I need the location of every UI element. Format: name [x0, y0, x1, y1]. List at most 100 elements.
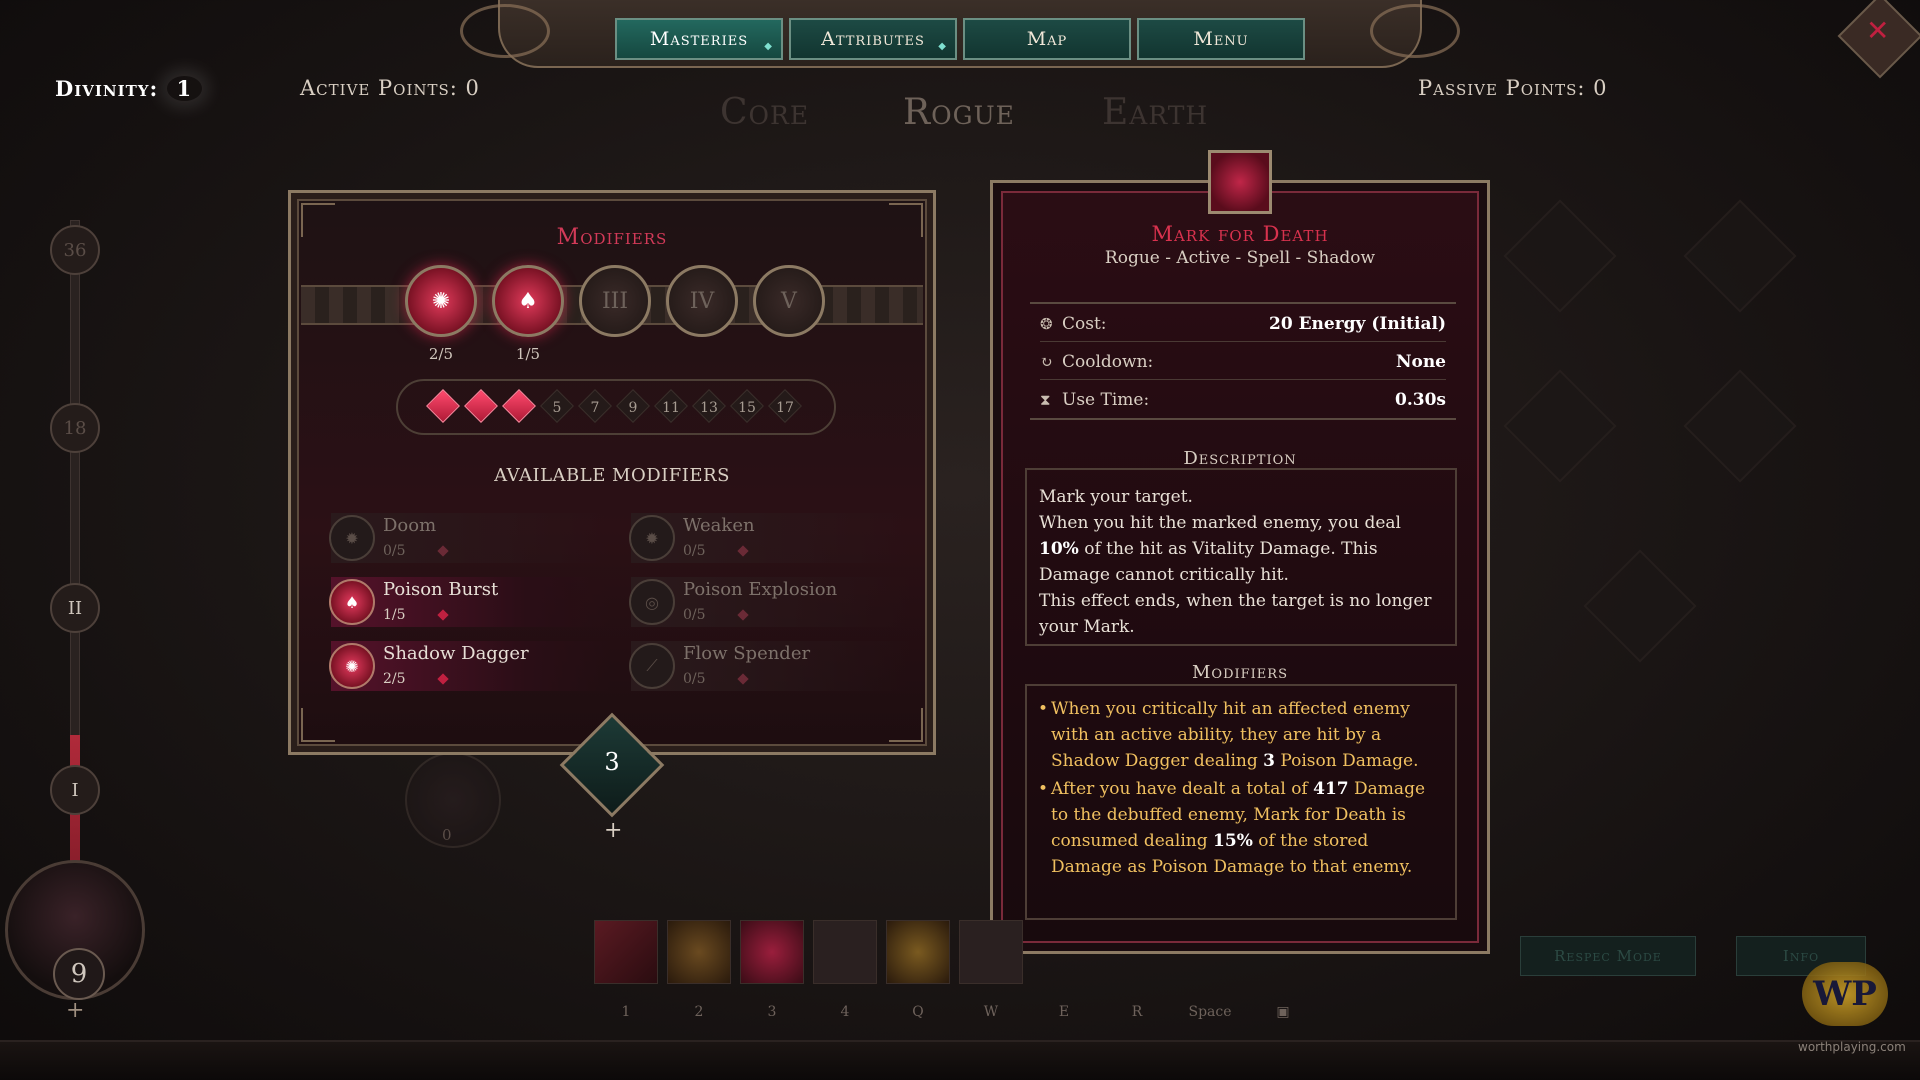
hotbar-slot[interactable] [740, 920, 804, 984]
respec-mode-button[interactable]: Respec Mode [1520, 936, 1696, 976]
modifier-entry-poison-burst[interactable]: ♠ Poison Burst 1/5 [321, 573, 611, 631]
modifier-entry-doom[interactable]: ✹ Doom 0/5 [321, 509, 611, 567]
tab-masteries[interactable]: Masteries ◆ [615, 18, 783, 60]
modifier-slot-3[interactable]: III [579, 265, 651, 337]
modifier-point-pip [464, 389, 498, 427]
level-up-button[interactable]: + [66, 998, 84, 1023]
skill-modifiers-list: When you critically hit an affected enem… [1025, 684, 1457, 920]
hotbar-slot[interactable] [813, 920, 877, 984]
hotbar-slot[interactable] [959, 920, 1023, 984]
divinity-value: 1 [167, 76, 203, 101]
hotbar-key-label: 1 [621, 1004, 631, 1020]
ability-hotbar: 1 2 3 4 Q W E R Space ▣ [592, 920, 1312, 1030]
tree-tab-core[interactable]: Core [720, 92, 809, 133]
notification-dot-icon: ◆ [764, 41, 773, 52]
tab-menu[interactable]: Menu [1137, 18, 1305, 60]
tab-attributes[interactable]: Attributes ◆ [789, 18, 957, 60]
notification-dot-icon: ◆ [938, 41, 947, 52]
modifiers-panel: Modifiers ✺ ♠ III IV V 2/5 1/5 5 7 9 11 … [288, 190, 936, 755]
poison-burst-icon: ♠ [329, 579, 375, 625]
active-points-label: Active Points: 0 [300, 76, 480, 100]
modifier-entry-poison-explosion[interactable]: ◎ Poison Explosion 0/5 [621, 573, 911, 631]
skull-emblem-icon [1208, 150, 1272, 214]
modifier-entry-shadow-dagger[interactable]: ✺ Shadow Dagger 2/5 [321, 637, 611, 695]
background-skill-node [1503, 199, 1617, 313]
description-title: Description [1183, 448, 1297, 469]
modifier-point-pip: 11 [654, 389, 688, 427]
hotbar-key-label: Space [1188, 1004, 1232, 1020]
mouse-icon: ▣ [1276, 1004, 1290, 1020]
modifier-slot-4[interactable]: IV [666, 265, 738, 337]
stat-row-use-time: ⧗ Use Time: 0.30s [1040, 390, 1446, 410]
mastery-level-value: 9 [53, 948, 105, 1000]
energy-icon: ❂ [1040, 314, 1053, 333]
modifier-point-pip: 7 [578, 389, 612, 427]
close-icon[interactable]: ✕ [1866, 14, 1889, 47]
modifiers-section-title: Modifiers [1192, 662, 1288, 683]
milestone-node: 36 [50, 225, 100, 275]
watermark-url: worthplaying.com [1798, 1040, 1906, 1054]
list-item: When you critically hit an affected enem… [1038, 696, 1443, 774]
modifier-point-pip [426, 389, 460, 427]
available-modifiers-title: AVAILABLE MODIFIERS [494, 465, 730, 486]
modifier-slot-5[interactable]: V [753, 265, 825, 337]
milestone-node: 18 [50, 403, 100, 453]
add-point-button[interactable]: + [604, 818, 622, 843]
modifier-point-track: 5 7 9 11 13 15 17 [396, 379, 836, 435]
hotbar-key-label: Q [912, 1004, 924, 1020]
panel-corner-ornament [301, 708, 335, 742]
tree-tab-rogue[interactable]: Rogue [903, 92, 1015, 133]
modifier-entry-flow-spender[interactable]: ⟋ Flow Spender 0/5 [621, 637, 911, 695]
modifier-point-pip: 17 [768, 389, 802, 427]
modifier-cost-value: 3 [604, 748, 620, 776]
tab-map[interactable]: Map [963, 18, 1131, 60]
poison-burst-icon: ♠ [518, 288, 538, 314]
background-skill-node [1503, 369, 1617, 483]
bottom-frame [0, 1040, 1920, 1080]
modifiers-title: Modifiers [556, 225, 668, 250]
hotbar-key-label: 2 [694, 1004, 704, 1020]
skill-node[interactable] [405, 752, 501, 848]
skill-description: Mark your target. When you hit the marke… [1025, 468, 1457, 646]
modifier-slot-count: 1/5 [515, 345, 541, 363]
modifier-point-pip: 9 [616, 389, 650, 427]
modifier-point-pip: 5 [540, 389, 574, 427]
top-navigation: Masteries ◆ Attributes ◆ Map Menu [460, 0, 1460, 68]
background-skill-node [1583, 549, 1697, 663]
modifier-point-pip: 13 [692, 389, 726, 427]
skill-name: Mark for Death [1151, 222, 1329, 246]
hotbar-slot[interactable] [886, 920, 950, 984]
milestone-node: II [50, 583, 100, 633]
list-item: After you have dealt a total of 417 Dama… [1038, 776, 1443, 880]
hotbar-key-label: E [1058, 1004, 1070, 1020]
flow-spender-icon: ⟋ [629, 643, 675, 689]
modifier-slot-count: 2/5 [428, 345, 454, 363]
hotbar-slot[interactable] [667, 920, 731, 984]
skill-tags: Rogue - Active - Spell - Shadow [1104, 248, 1376, 268]
poison-explosion-icon: ◎ [629, 579, 675, 625]
stat-row-cooldown: ↻ Cooldown: None [1040, 344, 1446, 380]
passive-points-label: Passive Points: 0 [1418, 76, 1608, 100]
hotbar-key-label: R [1131, 1004, 1143, 1020]
stat-row-cost: ❂ Cost: 20 Energy (Initial) [1040, 306, 1446, 342]
background-skill-node [1683, 369, 1797, 483]
modifier-entry-weaken[interactable]: ✹ Weaken 0/5 [621, 509, 911, 567]
modifier-point-pip [502, 389, 536, 427]
milestone-node: I [50, 765, 100, 815]
hotbar-slot[interactable] [594, 920, 658, 984]
nav-scroll-ornament-right [1370, 4, 1460, 58]
modifier-slot-1[interactable]: ✺ [405, 265, 477, 337]
shadow-dagger-icon: ✺ [431, 288, 451, 314]
modifier-slot-2[interactable]: ♠ [492, 265, 564, 337]
hotbar-key-label: 4 [840, 1004, 850, 1020]
hotbar-key-label: 3 [767, 1004, 777, 1020]
modifier-point-pip: 15 [730, 389, 764, 427]
worthplaying-logo: WP [1802, 962, 1888, 1026]
divinity-display: Divinity: 1 [55, 76, 202, 101]
cooldown-icon: ↻ [1040, 352, 1053, 371]
doom-icon: ✹ [329, 515, 375, 561]
background-skill-node [1683, 199, 1797, 313]
hourglass-icon: ⧗ [1040, 391, 1051, 409]
tree-tab-earth[interactable]: Earth [1102, 92, 1208, 133]
weaken-icon: ✹ [629, 515, 675, 561]
